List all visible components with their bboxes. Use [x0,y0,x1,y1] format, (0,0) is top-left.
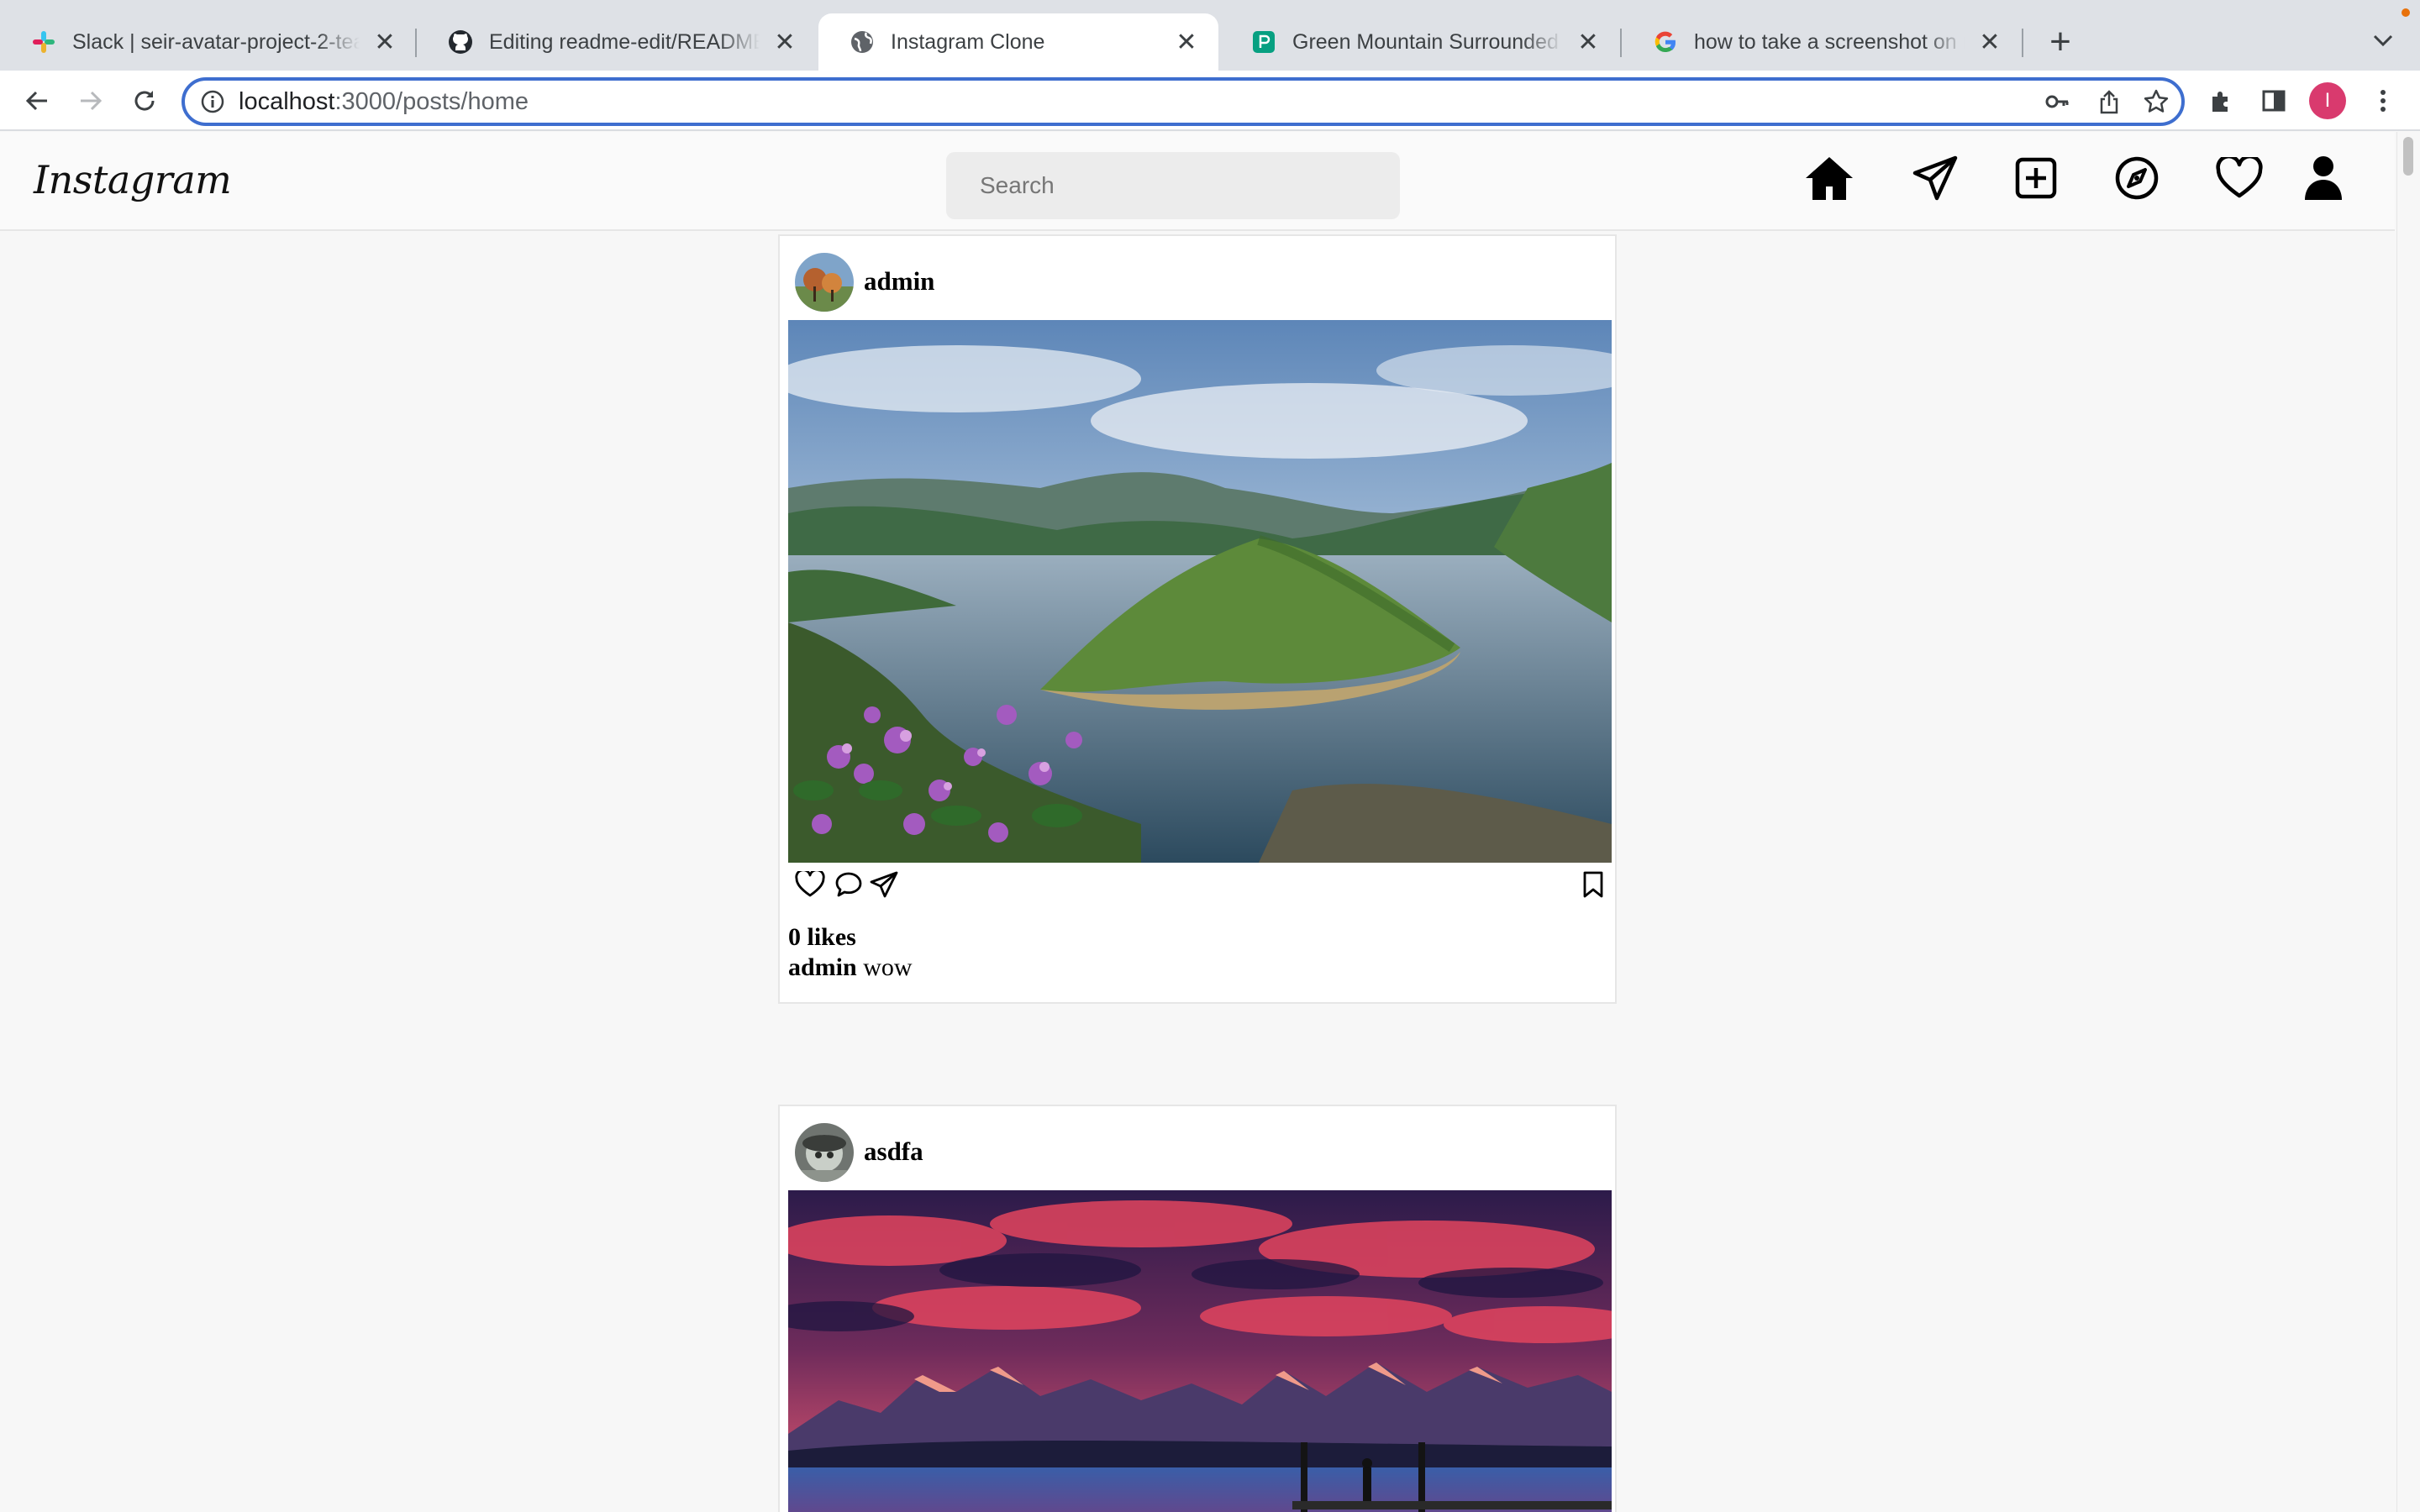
save-bookmark-icon[interactable] [1575,866,1612,903]
close-tab-icon[interactable]: ✕ [1575,29,1602,56]
reload-button[interactable] [124,81,165,121]
browser-tab-instagram-clone[interactable]: Instagram Clone ✕ [818,13,1218,71]
post-username[interactable]: asdfa [864,1137,923,1167]
globe-icon [849,29,876,55]
post-actions [788,866,1612,903]
reload-icon [134,91,155,111]
browser-toolbar: localhost:3000/posts/home I [0,71,2420,131]
likes-count: 0 likes [788,923,856,951]
profile-icon[interactable] [2297,152,2349,204]
tab-title: how to take a screenshot on mac [1694,29,1965,54]
tab-search-chevron-icon[interactable] [2366,24,2400,57]
browser-tab-google-search[interactable]: how to take a screenshot on mac ✕ [1622,13,2022,71]
post-caption: admin wow [788,953,913,982]
instagram-logo[interactable]: Instagram [34,157,232,202]
activity-heart-icon[interactable] [2213,152,2265,204]
slack-icon [30,29,57,55]
browser-tab-github[interactable]: Editing readme-edit/README.md ✕ [417,13,817,71]
tab-title: Instagram Clone [891,29,1045,54]
browser-menu-icon[interactable] [2365,82,2402,119]
post-image-green-mountain[interactable] [788,320,1612,863]
extensions-puzzle-icon[interactable] [2203,82,2240,119]
page-viewport: Instagram admin [0,132,2420,1512]
caption-text: wow [863,953,913,981]
address-bar[interactable]: localhost:3000/posts/home [182,77,2185,126]
post-header: asdfa [780,1106,1615,1190]
tab-title: Green Mountain Surrounded by Body of Wat… [1292,29,1563,54]
bookmark-star-icon[interactable] [2143,88,2170,115]
share-paper-plane-icon[interactable] [865,866,902,903]
sunset-photo [788,1190,1612,1512]
caption-username[interactable]: admin [788,953,857,981]
post-image-sunset-mountains[interactable] [788,1190,1612,1512]
close-tab-icon[interactable]: ✕ [771,29,798,56]
forward-button[interactable] [71,81,111,121]
profile-avatar[interactable]: I [2309,82,2346,119]
forward-arrow-icon [81,91,103,111]
post-header: admin [780,236,1615,320]
tab-separator [2022,29,2023,57]
browser-tab-slack[interactable]: Slack | seir-avatar-project-2-team ✕ [0,13,417,71]
browser-tab-green-mountain[interactable]: Green Mountain Surrounded by Body of Wat… [1220,13,1620,71]
explore-icon[interactable] [2111,152,2163,204]
back-button[interactable] [17,81,57,121]
post-card: admin 0 likes admin wow [778,234,1617,1004]
url-text[interactable]: localhost:3000/posts/home [239,87,529,116]
comment-bubble-icon[interactable] [830,866,867,903]
new-post-icon[interactable] [2010,152,2062,204]
close-tab-icon[interactable]: ✕ [1173,29,1200,56]
search-input[interactable] [946,152,1400,219]
like-heart-icon[interactable] [792,866,829,903]
tab-title: Slack | seir-avatar-project-2-team [72,29,360,54]
close-tab-icon[interactable]: ✕ [1976,29,2003,56]
new-tab-button[interactable]: + [2040,21,2081,62]
photo-site-icon [1250,29,1277,55]
direct-message-icon[interactable] [1909,152,1961,204]
user-avatar[interactable] [795,1123,854,1182]
recording-indicator [2402,8,2410,17]
site-info-icon[interactable] [200,89,225,114]
share-icon[interactable] [2096,88,2123,115]
password-key-icon[interactable] [2044,88,2070,115]
post-username[interactable]: admin [864,266,934,297]
browser-tab-strip: Slack | seir-avatar-project-2-team ✕ Edi… [0,0,2420,71]
side-panel-icon[interactable] [2255,82,2292,119]
tab-title: Editing readme-edit/README.md [489,29,760,54]
page-scrollbar[interactable] [2396,132,2420,1512]
close-tab-icon[interactable]: ✕ [371,29,398,56]
google-icon [1652,29,1679,55]
back-arrow-icon [25,91,47,111]
user-avatar[interactable] [795,253,854,312]
post-card: asdfa [778,1105,1617,1512]
landscape-photo [788,320,1612,863]
app-header: Instagram [0,132,2395,231]
scrollbar-thumb[interactable] [2403,137,2413,176]
github-icon [447,29,474,55]
home-icon[interactable] [1803,152,1855,204]
